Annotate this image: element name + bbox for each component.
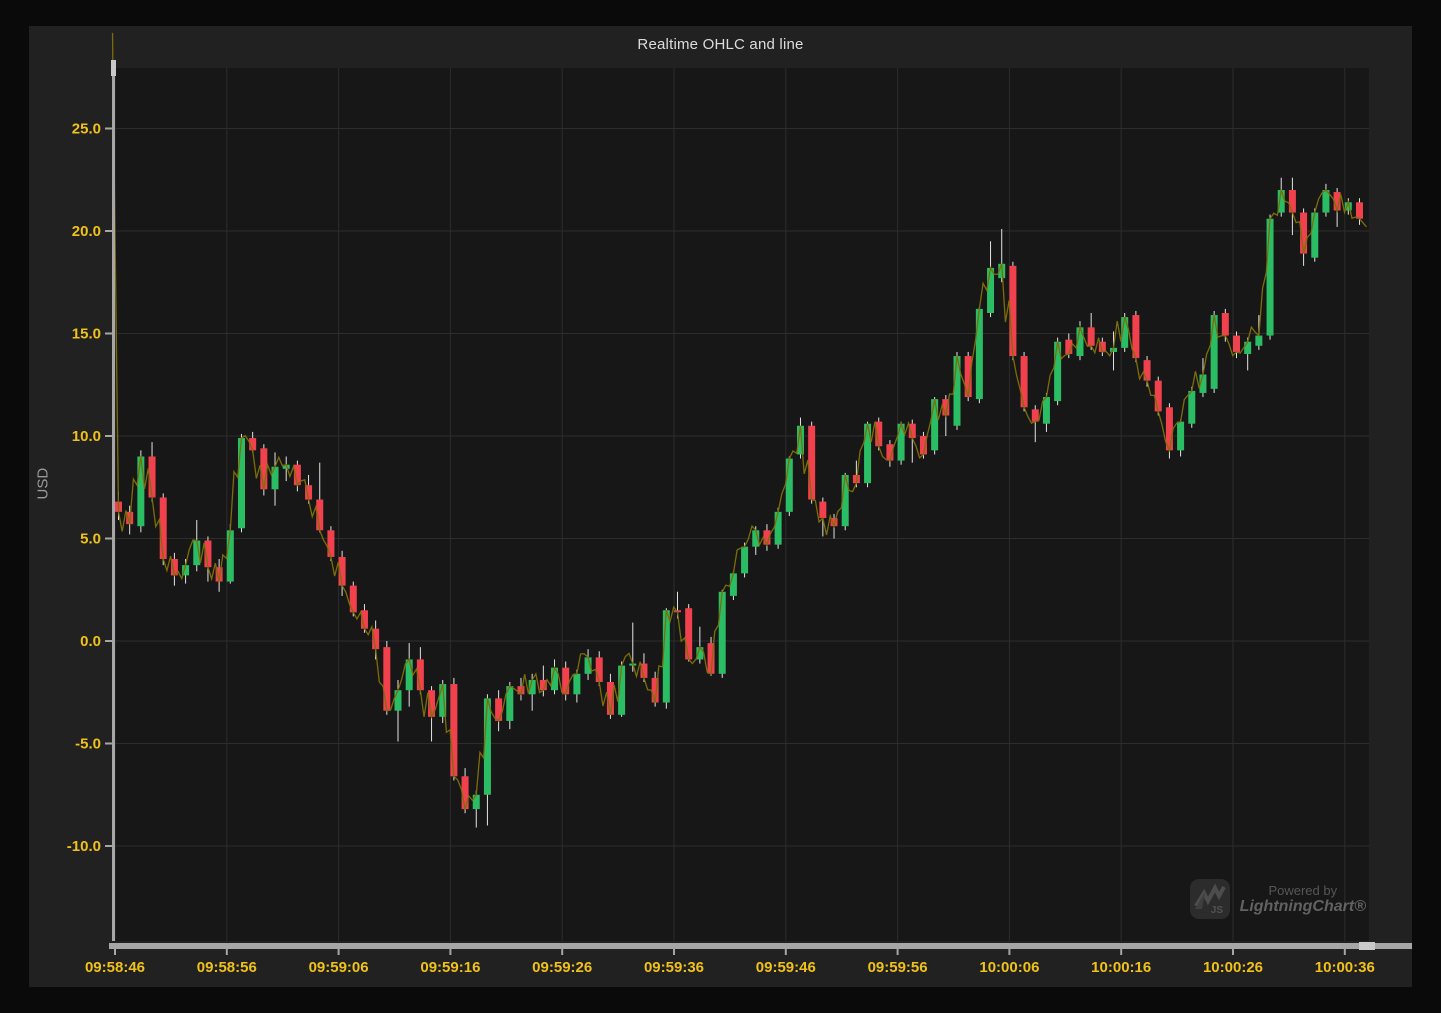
candle-down <box>808 426 815 500</box>
candle-up <box>473 795 480 809</box>
x-tick-label: 09:58:46 <box>85 959 145 976</box>
x-tick-label: 09:59:36 <box>644 959 704 976</box>
candle-down <box>685 608 692 659</box>
candle-up <box>987 268 994 313</box>
candle-down <box>596 657 603 682</box>
candle-up <box>786 459 793 512</box>
candle-up <box>406 659 413 690</box>
candle-up <box>730 573 737 596</box>
x-tick-label: 10:00:26 <box>1203 959 1263 976</box>
candle-down <box>1233 336 1240 352</box>
y-axis-nib[interactable] <box>111 60 116 76</box>
candle-up <box>238 438 245 528</box>
candle-up <box>976 309 983 399</box>
y-tick-label: 5.0 <box>80 531 101 548</box>
x-tick-label: 09:58:56 <box>197 959 257 976</box>
candle-down <box>1155 381 1162 412</box>
candle-up <box>1177 422 1184 451</box>
x-tick-label: 09:59:56 <box>868 959 928 976</box>
candle-down <box>1144 360 1151 381</box>
candle-up <box>1267 219 1274 336</box>
x-tick-label: 09:59:46 <box>756 959 816 976</box>
candle-up <box>573 674 580 695</box>
lightningchart-logo-icon: JS <box>1190 879 1230 919</box>
candle-down <box>450 684 457 776</box>
x-tick-label: 09:59:26 <box>532 959 592 976</box>
chart-panel: Realtime OHLC and line USD 25.020.015.01… <box>29 26 1412 987</box>
candle-down <box>1088 327 1095 345</box>
candle-up <box>719 592 726 674</box>
y-axis-line[interactable] <box>112 64 115 941</box>
candle-up <box>1255 336 1262 346</box>
candle-down <box>1021 356 1028 407</box>
x-axis-nib[interactable] <box>1359 942 1375 950</box>
logo-js-text: JS <box>1210 905 1223 916</box>
candle-down <box>1032 409 1039 421</box>
ohlc-chart-plot-area[interactable]: 25.0 20.0 15.0 10.0 5.0 0.0 -5.0 -10.0 09:58:46 0… <box>29 26 1412 987</box>
candle-down <box>819 502 826 518</box>
lightningchart-watermark[interactable]: JS Powered by LightningChart® <box>1190 879 1366 919</box>
x-tick-label: 10:00:06 <box>979 959 1039 976</box>
candle-up <box>137 457 144 527</box>
candle-up <box>775 512 782 545</box>
y-tick-label: 25.0 <box>72 121 101 138</box>
candle-down <box>327 530 334 557</box>
y-tick-label: 15.0 <box>72 326 101 343</box>
candle-down <box>383 647 390 711</box>
candle-up <box>272 467 279 490</box>
candle-down <box>1289 190 1296 213</box>
candle-up <box>395 690 402 711</box>
candle-up <box>1244 342 1251 354</box>
candle-down <box>495 698 502 721</box>
candle-down <box>1222 313 1229 336</box>
candle-up <box>1188 391 1195 424</box>
watermark-brand: LightningChart® <box>1240 898 1366 916</box>
candle-down <box>1356 202 1363 218</box>
x-tick-label: 09:59:16 <box>420 959 480 976</box>
candle-up <box>1311 213 1318 258</box>
x-axis-line[interactable] <box>109 943 1412 949</box>
x-tick-label: 10:00:16 <box>1091 959 1151 976</box>
candle-up <box>741 547 748 574</box>
x-tick-label: 10:00:36 <box>1315 959 1375 976</box>
y-tick-label: 10.0 <box>72 428 101 445</box>
candle-up <box>931 399 938 450</box>
watermark-powered-by: Powered by <box>1240 883 1366 898</box>
series-background[interactable] <box>115 68 1369 941</box>
y-tick-label: 0.0 <box>80 633 101 650</box>
x-tick-label: 09:59:06 <box>309 959 369 976</box>
candle-up <box>227 530 234 581</box>
y-tick-label: -5.0 <box>75 736 101 753</box>
candle-down <box>562 668 569 695</box>
y-tick-label: 20.0 <box>72 223 101 240</box>
candle-up <box>1043 397 1050 424</box>
y-tick-label: -10.0 <box>67 838 101 855</box>
